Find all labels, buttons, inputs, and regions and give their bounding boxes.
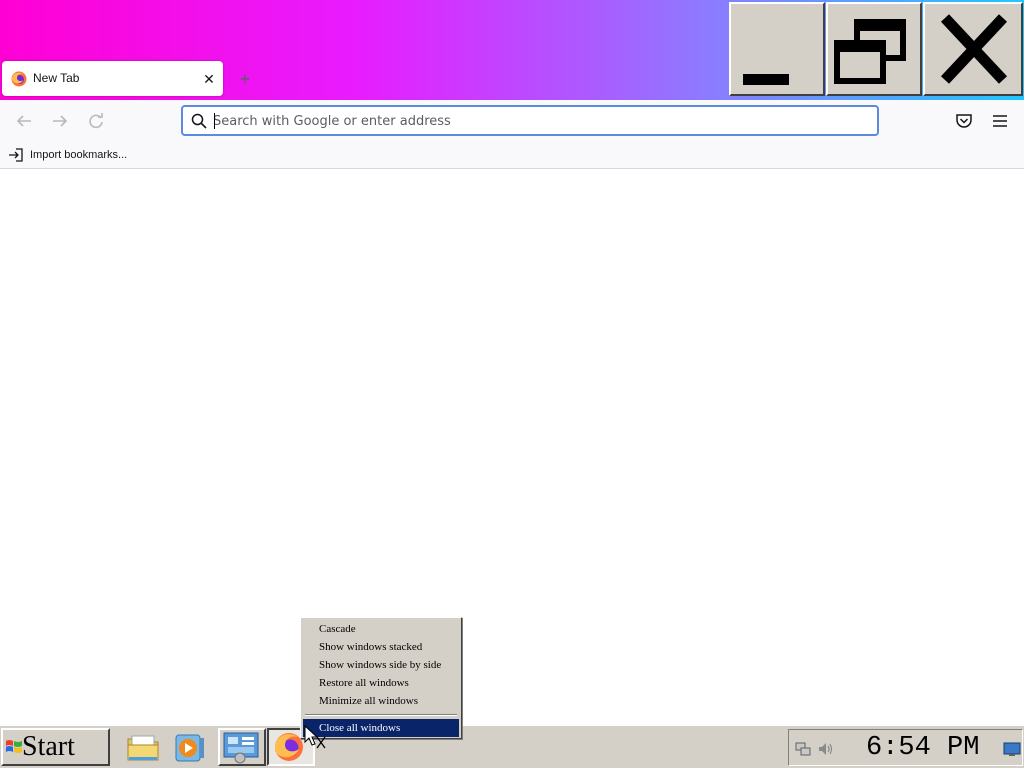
- search-input[interactable]: [213, 111, 853, 131]
- close-icon: [940, 14, 1008, 84]
- import-icon: [9, 148, 23, 162]
- menu-item-minimize-all[interactable]: Minimize all windows: [303, 692, 459, 710]
- menu-item-close-all[interactable]: Close all windows: [303, 719, 459, 737]
- import-bookmarks-label: Import bookmarks...: [30, 149, 128, 161]
- hamburger-menu-icon[interactable]: [989, 110, 1011, 132]
- arrow-right-icon[interactable]: [49, 110, 71, 132]
- search-icon: [191, 113, 207, 129]
- restore-icon: [834, 19, 906, 84]
- window-arrangement-menu: Cascade Show windows stacked Show window…: [300, 617, 462, 739]
- menu-item-side-by-side[interactable]: Show windows side by side: [303, 656, 459, 674]
- windows-logo-icon: [6, 740, 22, 753]
- close-icon[interactable]: ✕: [200, 70, 218, 88]
- page-content[interactable]: [0, 170, 1024, 725]
- start-button[interactable]: Start: [1, 728, 110, 766]
- minimize-button[interactable]: [729, 2, 825, 96]
- volume-icon[interactable]: [817, 741, 835, 757]
- tab-title: New Tab: [33, 71, 80, 85]
- bookmarks-toolbar: Import bookmarks...: [0, 140, 1024, 169]
- close-window-button[interactable]: [923, 2, 1023, 96]
- firefox-icon: [11, 71, 27, 87]
- file-explorer-icon[interactable]: [125, 730, 161, 764]
- pocket-icon[interactable]: [953, 110, 975, 132]
- menu-separator: [305, 714, 457, 716]
- start-label: Start: [22, 731, 75, 762]
- tab-new-tab[interactable]: New Tab ✕: [2, 61, 223, 96]
- taskbar: Start 6:54 PM: [0, 725, 1024, 768]
- menu-item-show-stacked[interactable]: Show windows stacked: [303, 638, 459, 656]
- network-icon[interactable]: [795, 741, 811, 757]
- restore-button[interactable]: [826, 2, 922, 96]
- menu-item-restore-all[interactable]: Restore all windows: [303, 674, 459, 692]
- control-panel-icon: [223, 732, 259, 764]
- plus-icon[interactable]: +: [236, 70, 254, 88]
- clock[interactable]: 6:54 PM: [866, 732, 979, 764]
- browser-titlebar: New Tab ✕ +: [0, 0, 1024, 100]
- address-bar[interactable]: [181, 105, 879, 136]
- arrow-left-icon[interactable]: [13, 110, 35, 132]
- mouse-cursor-icon: [304, 725, 326, 749]
- navigation-toolbar: [0, 100, 1024, 140]
- reload-icon[interactable]: [85, 110, 107, 132]
- task-control-panel[interactable]: [218, 728, 266, 766]
- show-desktop-icon[interactable]: [1003, 741, 1021, 757]
- system-tray: 6:54 PM: [788, 729, 1023, 766]
- text-caret: [214, 113, 215, 129]
- minimize-icon: [743, 74, 789, 85]
- media-player-icon[interactable]: [172, 730, 208, 764]
- import-bookmarks-button[interactable]: Import bookmarks...: [8, 145, 127, 165]
- menu-item-cascade[interactable]: Cascade: [303, 620, 459, 638]
